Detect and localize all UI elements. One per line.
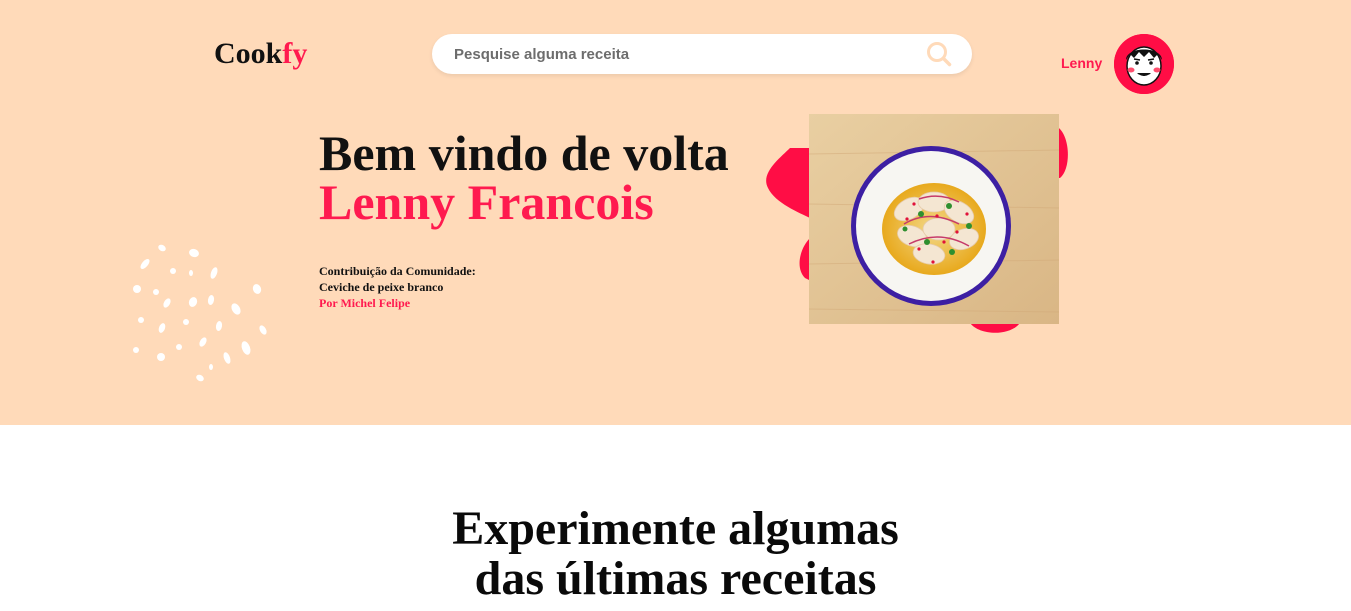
avatar[interactable] xyxy=(1114,34,1174,94)
search-icon[interactable] xyxy=(926,41,952,67)
heading-line-2: das últimas receitas xyxy=(474,552,877,605)
search-input[interactable] xyxy=(454,34,924,74)
community-contribution: Contribuição da Comunidade: Ceviche de p… xyxy=(319,263,476,311)
user-fullname: Lenny Francois xyxy=(319,174,654,230)
heading-line-1: Experimente algumas xyxy=(452,502,899,555)
recipe-name-link[interactable]: Ceviche de peixe branco xyxy=(319,279,476,295)
logo-text-accent: fy xyxy=(282,37,308,70)
recipe-author[interactable]: Por Michel Felipe xyxy=(319,295,476,311)
hero-section: Cookfy Lenny xyxy=(0,0,1351,425)
logo[interactable]: Cookfy xyxy=(214,36,307,72)
contribution-label: Contribuição da Comunidade: xyxy=(319,264,476,278)
welcome-heading: Bem vindo de volta xyxy=(319,125,729,181)
search-bar xyxy=(432,34,972,74)
latest-recipes-heading: Experimente algumas das últimas receitas xyxy=(0,504,1351,604)
username-label[interactable]: Lenny xyxy=(1061,55,1102,71)
decorative-dots xyxy=(133,244,267,382)
avatar-face-icon xyxy=(1114,34,1174,94)
logo-text-main: Cook xyxy=(214,37,283,70)
recipe-photo[interactable] xyxy=(809,114,1059,324)
